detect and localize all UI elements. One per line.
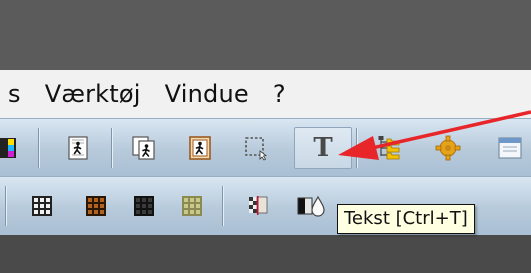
toolbar-separator [222,186,223,226]
drop-tool-button[interactable] [279,187,325,225]
window-title-bar [0,0,531,70]
toolbar-separator [5,186,6,226]
gear-icon [434,134,462,162]
selection-rect-button[interactable] [236,129,276,167]
tree-folder-button[interactable] [370,129,410,167]
brown-grid-button[interactable] [76,187,116,225]
window-button[interactable] [490,129,530,167]
runner-frame-button[interactable] [180,129,220,167]
olive-grid-icon [180,194,204,218]
brown-grid-icon [84,194,108,218]
grid-button[interactable] [22,187,62,225]
runner-copy-button[interactable] [124,129,164,167]
drop-icon [308,194,328,218]
menu-item-help[interactable]: ? [261,80,298,108]
toolbar-separator [356,128,357,168]
runner-frame-icon [188,135,212,161]
selection-rect-icon [243,135,269,161]
runner-copy-icon [131,135,157,161]
menu-item-window[interactable]: Vindue [153,80,261,108]
window-icon [497,136,523,160]
menu-bar: s Værktøj Vindue ? [0,70,531,118]
grid-icon [30,194,54,218]
tooltip-text-tool: Tekst [Ctrl+T] [337,204,475,234]
dark-grid-button[interactable] [124,187,164,225]
olive-grid-button[interactable] [172,187,212,225]
transparency-button[interactable] [238,187,278,225]
text-tool-button[interactable]: T [294,127,352,169]
tree-folder-icon [376,134,404,162]
toolbar-separator [38,128,39,168]
workspace-background [0,235,531,273]
text-tool-icon: T [313,133,333,163]
settings-button[interactable] [428,129,468,167]
color-swatch-button[interactable] [0,129,26,167]
menu-item-tools[interactable]: Værktøj [33,80,153,108]
transparency-icon [246,194,270,218]
main-toolbar: T [0,118,531,177]
runner-page-button[interactable] [58,129,98,167]
menu-item-partial[interactable]: s [0,80,33,108]
dark-grid-icon [132,194,156,218]
color-swatch-icon [0,137,17,159]
runner-page-icon [66,135,90,161]
toolbar-separator [111,128,112,168]
